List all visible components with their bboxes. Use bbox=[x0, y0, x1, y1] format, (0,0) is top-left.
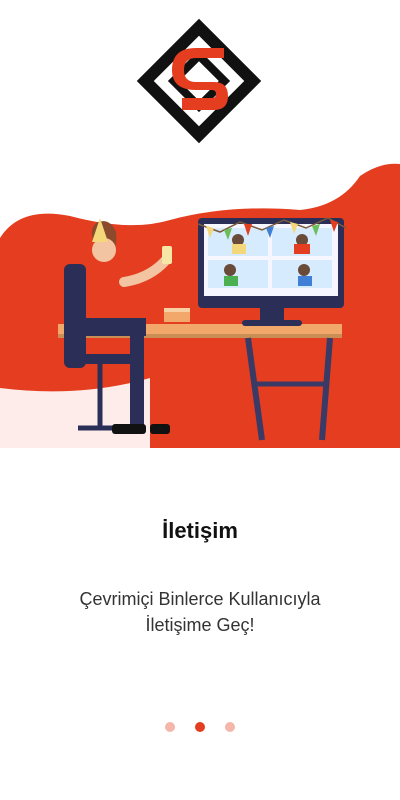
page-dot-2[interactable] bbox=[195, 722, 205, 732]
pagination-dots bbox=[0, 722, 400, 732]
subtitle-line-1: Çevrimiçi Binlerce Kullanıcıyla bbox=[79, 589, 321, 609]
onboarding-title: İletişim bbox=[162, 518, 238, 543]
onboarding-subtitle: Çevrimiçi Binlerce Kullanıcıyla İletişim… bbox=[60, 586, 340, 638]
page-dot-1[interactable] bbox=[165, 722, 175, 732]
page-dot-3[interactable] bbox=[225, 722, 235, 732]
app-logo bbox=[132, 14, 266, 148]
video-call-illustration bbox=[0, 158, 400, 448]
subtitle-line-2: İletişime Geç! bbox=[145, 615, 255, 635]
